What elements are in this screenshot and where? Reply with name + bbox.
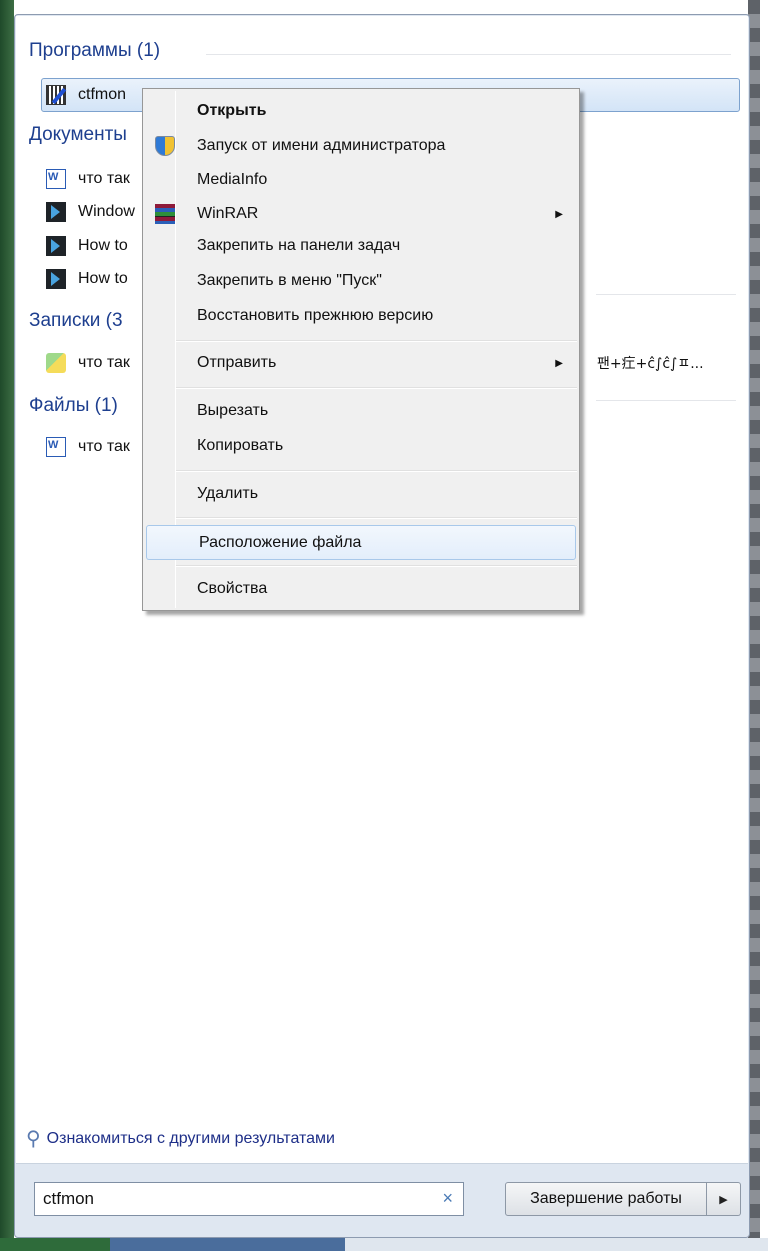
menu-label: Запуск от имени администратора	[197, 137, 446, 154]
result-label: How to	[78, 237, 128, 254]
powershell-icon	[46, 202, 66, 222]
see-more-label: Ознакомиться с другими результатами	[46, 1129, 335, 1147]
result-label: ctfmon	[78, 86, 127, 103]
menu-item-open-file-location[interactable]: Расположение файла	[146, 525, 576, 560]
menu-item-winrar[interactable]: WinRAR ▶	[145, 198, 577, 230]
result-label: что так	[78, 438, 130, 455]
menu-label: Свойства	[197, 580, 268, 597]
divider	[206, 54, 731, 55]
menu-separator	[176, 517, 577, 519]
section-header-files[interactable]: Файлы (1)	[29, 395, 118, 417]
section-header-programs[interactable]: Программы (1)	[29, 40, 160, 62]
result-label: Window	[78, 203, 135, 220]
result-document[interactable]: что так	[46, 163, 130, 195]
magnifier-icon: ⚲	[26, 1128, 41, 1150]
sticky-notes-icon	[46, 353, 66, 373]
section-header-documents[interactable]: Документы	[29, 124, 127, 146]
menu-label: Удалить	[197, 485, 259, 502]
word-doc-icon	[46, 437, 66, 457]
winrar-icon	[155, 204, 175, 224]
taskbar-strip	[0, 1238, 768, 1251]
menu-item-pin-taskbar[interactable]: Закрепить на панели задач	[145, 230, 577, 262]
result-document[interactable]: How to	[46, 230, 128, 262]
shutdown-button[interactable]: Завершение работы	[505, 1182, 707, 1216]
note-preview-text: 팬+疘+ĉ∫ĉ∫ㅍ...	[597, 356, 704, 372]
menu-separator	[176, 565, 577, 567]
menu-label: Расположение файла	[199, 533, 362, 551]
desktop-edge	[0, 0, 14, 1251]
result-document[interactable]: How to	[46, 263, 128, 295]
menu-item-restore-previous[interactable]: Восстановить прежнюю версию	[145, 300, 577, 332]
menu-separator	[176, 340, 577, 342]
menu-item-send-to[interactable]: Отправить ▶	[145, 347, 577, 379]
section-header-notes[interactable]: Записки (3	[29, 310, 123, 332]
menu-item-cut[interactable]: Вырезать	[145, 395, 577, 427]
menu-label: Закрепить в меню "Пуск"	[197, 272, 382, 289]
powershell-icon	[46, 236, 66, 256]
menu-label: Восстановить прежнюю версию	[197, 307, 434, 324]
menu-label: Копировать	[197, 437, 284, 454]
result-label: что так	[78, 354, 130, 371]
result-file[interactable]: что так	[46, 431, 130, 463]
result-ctfmon[interactable]: ctfmon	[46, 79, 126, 111]
menu-separator	[176, 470, 577, 472]
menu-item-pin-start[interactable]: Закрепить в меню "Пуск"	[145, 265, 577, 297]
divider	[596, 400, 736, 401]
menu-item-run-as-admin[interactable]: Запуск от имени администратора	[145, 130, 577, 162]
result-document[interactable]: Window	[46, 196, 135, 228]
shutdown-options-arrow[interactable]: ▶	[707, 1182, 741, 1216]
menu-label: Отправить	[197, 354, 277, 371]
menu-item-open[interactable]: Открыть	[145, 95, 577, 127]
notepad-pen-icon	[46, 85, 66, 105]
context-menu: Открыть Запуск от имени администратора M…	[142, 88, 580, 611]
see-more-results-link[interactable]: ⚲ Ознакомиться с другими результатами	[26, 1126, 335, 1151]
menu-label: Открыть	[197, 102, 267, 119]
powershell-icon	[46, 269, 66, 289]
word-doc-icon	[46, 169, 66, 189]
uac-shield-icon	[155, 136, 175, 156]
menu-item-mediainfo[interactable]: MediaInfo	[145, 164, 577, 196]
menu-label: WinRAR	[197, 205, 259, 222]
divider	[596, 294, 736, 295]
menu-label: Закрепить на панели задач	[197, 237, 401, 254]
menu-item-copy[interactable]: Копировать	[145, 430, 577, 462]
menu-item-properties[interactable]: Свойства	[145, 573, 577, 605]
menu-item-delete[interactable]: Удалить	[145, 478, 577, 510]
clear-search-icon[interactable]: ×	[442, 1188, 453, 1209]
search-input[interactable]: ctfmon ×	[34, 1182, 464, 1216]
result-note[interactable]: что так	[46, 347, 130, 379]
submenu-arrow-icon: ▶	[555, 357, 563, 369]
submenu-arrow-icon: ▶	[555, 208, 563, 220]
result-label: How to	[78, 270, 128, 287]
result-label: что так	[78, 170, 130, 187]
menu-label: Вырезать	[197, 402, 269, 419]
menu-separator	[176, 387, 577, 389]
search-value: ctfmon	[43, 1189, 95, 1208]
menu-label: MediaInfo	[197, 171, 268, 188]
